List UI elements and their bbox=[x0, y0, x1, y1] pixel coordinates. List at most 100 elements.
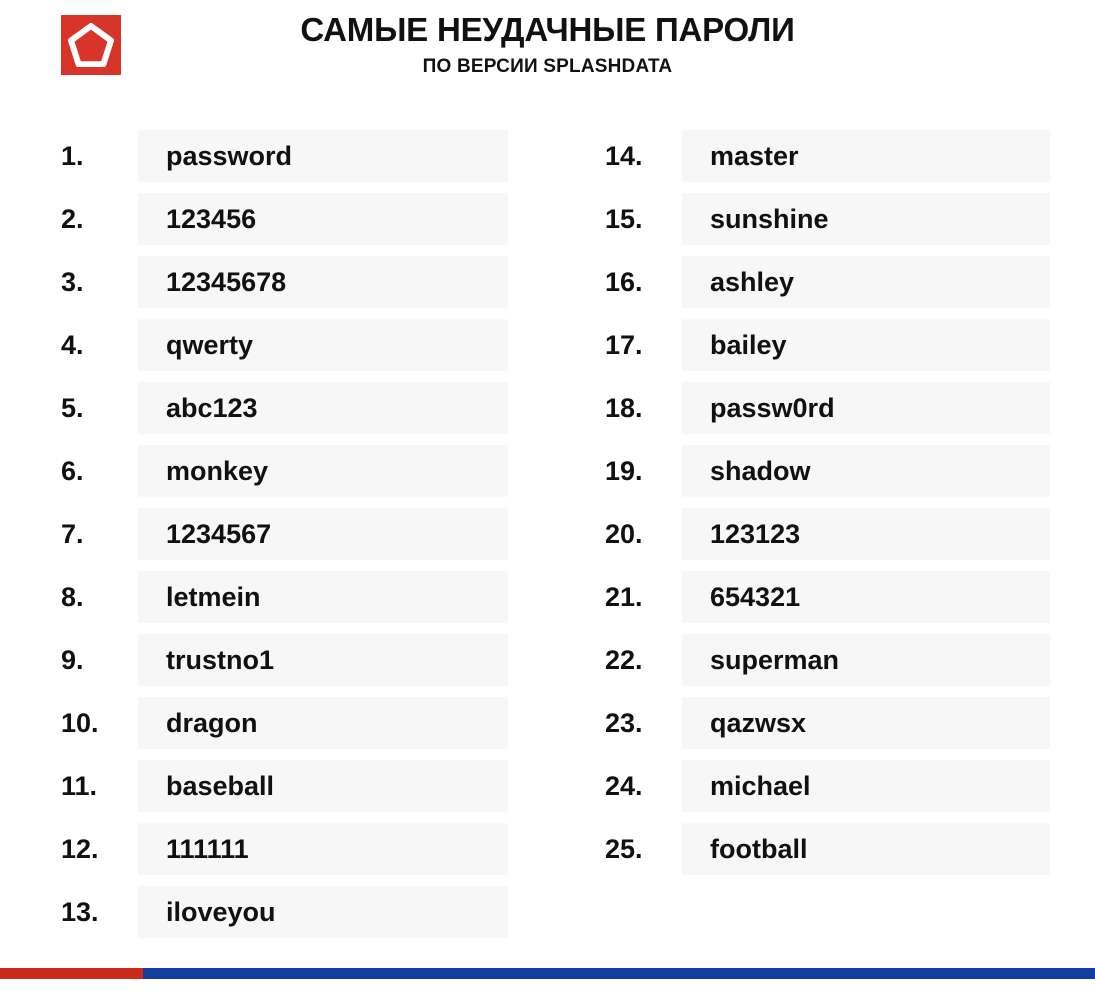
password-value: michael bbox=[710, 770, 811, 801]
rank-number: 16. bbox=[605, 266, 643, 297]
password-value: superman bbox=[710, 644, 840, 675]
list-item: 20. 123123 bbox=[605, 508, 1050, 560]
list-item: 22. superman bbox=[605, 634, 1050, 686]
password-value: abc123 bbox=[166, 392, 258, 423]
password-band: football bbox=[682, 823, 1050, 875]
password-value: 123123 bbox=[710, 518, 801, 549]
list-item: 2. 123456 bbox=[61, 193, 508, 245]
password-value: master bbox=[710, 140, 799, 171]
rank-number: 2. bbox=[61, 203, 84, 234]
list-item: 10. dragon bbox=[61, 697, 508, 749]
rank-number: 9. bbox=[61, 644, 84, 675]
password-list: 1. password 2. 123456 3. 12345678 4. qwe… bbox=[0, 100, 1095, 955]
password-value: letmein bbox=[166, 581, 261, 612]
rank-number: 12. bbox=[61, 833, 99, 864]
password-value: bailey bbox=[710, 329, 787, 360]
list-item: 3. 12345678 bbox=[61, 256, 508, 308]
password-band: 654321 bbox=[682, 571, 1050, 623]
password-value: baseball bbox=[166, 770, 275, 801]
list-item: 9. trustno1 bbox=[61, 634, 508, 686]
password-band: shadow bbox=[682, 445, 1050, 497]
password-band: 12345678 bbox=[138, 256, 508, 308]
password-band: iloveyou bbox=[138, 886, 508, 938]
password-band: monkey bbox=[138, 445, 508, 497]
password-band: dragon bbox=[138, 697, 508, 749]
footer-stripe bbox=[0, 968, 1095, 979]
password-band: 123456 bbox=[138, 193, 508, 245]
password-value: qwerty bbox=[166, 329, 254, 360]
list-item: 12. 111111 bbox=[61, 823, 508, 875]
rank-number: 3. bbox=[61, 266, 84, 297]
password-band: passw0rd bbox=[682, 382, 1050, 434]
password-band: qazwsx bbox=[682, 697, 1050, 749]
password-band: superman bbox=[682, 634, 1050, 686]
list-item: 17. bailey bbox=[605, 319, 1050, 371]
password-value: shadow bbox=[710, 455, 811, 486]
password-band: password bbox=[138, 130, 508, 182]
password-band: trustno1 bbox=[138, 634, 508, 686]
list-item: 23. qazwsx bbox=[605, 697, 1050, 749]
password-band: letmein bbox=[138, 571, 508, 623]
rank-number: 17. bbox=[605, 329, 643, 360]
password-value: trustno1 bbox=[166, 644, 274, 675]
pentagon-logo-icon bbox=[61, 15, 121, 75]
rank-number: 1. bbox=[61, 140, 84, 171]
rank-number: 6. bbox=[61, 455, 84, 486]
list-item: 16. ashley bbox=[605, 256, 1050, 308]
list-item: 24. michael bbox=[605, 760, 1050, 812]
rank-number: 14. bbox=[605, 140, 643, 171]
password-value: ashley bbox=[710, 266, 795, 297]
password-column-left: 1. password 2. 123456 3. 12345678 4. qwe… bbox=[61, 130, 508, 949]
password-band: 111111 bbox=[138, 823, 508, 875]
password-value: dragon bbox=[166, 707, 258, 738]
rank-number: 4. bbox=[61, 329, 84, 360]
rank-number: 13. bbox=[61, 896, 99, 927]
rank-number: 23. bbox=[605, 707, 643, 738]
password-value: 654321 bbox=[710, 581, 801, 612]
rank-number: 18. bbox=[605, 392, 643, 423]
password-band: bailey bbox=[682, 319, 1050, 371]
list-item: 4. qwerty bbox=[61, 319, 508, 371]
password-value: football bbox=[710, 833, 808, 864]
rank-number: 21. bbox=[605, 581, 643, 612]
header-titles: САМЫЕ НЕУДАЧНЫЕ ПАРОЛИ ПО ВЕРСИИ SPLASHD… bbox=[0, 11, 1095, 78]
password-band: 123123 bbox=[682, 508, 1050, 560]
rank-number: 19. bbox=[605, 455, 643, 486]
password-value: 12345678 bbox=[166, 266, 287, 297]
list-item: 19. shadow bbox=[605, 445, 1050, 497]
password-band: michael bbox=[682, 760, 1050, 812]
list-item: 8. letmein bbox=[61, 571, 508, 623]
header: САМЫЕ НЕУДАЧНЫЕ ПАРОЛИ ПО ВЕРСИИ SPLASHD… bbox=[0, 0, 1095, 100]
password-value: 1234567 bbox=[166, 518, 272, 549]
password-value: sunshine bbox=[710, 203, 829, 234]
rank-number: 15. bbox=[605, 203, 643, 234]
rank-number: 25. bbox=[605, 833, 643, 864]
rank-number: 8. bbox=[61, 581, 84, 612]
password-band: qwerty bbox=[138, 319, 508, 371]
list-item: 11. baseball bbox=[61, 760, 508, 812]
list-item: 5. abc123 bbox=[61, 382, 508, 434]
list-item: 14. master bbox=[605, 130, 1050, 182]
password-band: master bbox=[682, 130, 1050, 182]
password-band: baseball bbox=[138, 760, 508, 812]
list-item: 13. iloveyou bbox=[61, 886, 508, 938]
rank-number: 20. bbox=[605, 518, 643, 549]
rank-number: 5. bbox=[61, 392, 84, 423]
password-value: 111111 bbox=[166, 833, 249, 864]
page-subtitle: ПО ВЕРСИИ SPLASHDATA bbox=[422, 55, 673, 77]
list-item: 1. password bbox=[61, 130, 508, 182]
rank-number: 10. bbox=[61, 707, 99, 738]
password-column-right: 14. master 15. sunshine 16. ashley 17. b… bbox=[605, 130, 1050, 886]
footer-stripe-accent bbox=[0, 968, 143, 979]
password-value: qazwsx bbox=[710, 707, 807, 738]
password-value: 123456 bbox=[166, 203, 257, 234]
rank-number: 7. bbox=[61, 518, 84, 549]
password-band: ashley bbox=[682, 256, 1050, 308]
rank-number: 22. bbox=[605, 644, 643, 675]
password-band: sunshine bbox=[682, 193, 1050, 245]
rank-number: 24. bbox=[605, 770, 643, 801]
list-item: 21. 654321 bbox=[605, 571, 1050, 623]
list-item: 7. 1234567 bbox=[61, 508, 508, 560]
list-item: 6. monkey bbox=[61, 445, 508, 497]
password-value: passw0rd bbox=[710, 392, 835, 423]
